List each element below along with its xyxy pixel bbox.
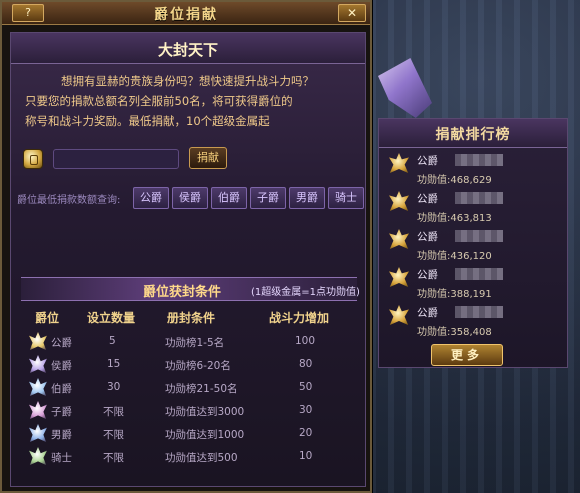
rank-power: 30 <box>299 404 313 416</box>
query-button-marquis[interactable]: 侯爵 <box>172 187 208 209</box>
query-button-knight[interactable]: 骑士 <box>328 187 364 209</box>
column-header-condition: 册封条件 <box>167 311 216 325</box>
rank-condition: 功勋榜6-20名 <box>165 360 231 372</box>
entry-title: 公爵 <box>417 269 438 281</box>
duke-rank-icon <box>29 332 47 350</box>
rank-name: 男爵 <box>51 429 72 441</box>
entry-score: 功勋值:388,191 <box>417 289 492 300</box>
entry-title: 公爵 <box>417 155 438 167</box>
entry-title: 公爵 <box>417 193 438 205</box>
knight-rank-icon <box>29 447 47 465</box>
entry-score: 功勋值:358,408 <box>417 327 492 338</box>
more-button[interactable]: 更多 <box>431 344 503 366</box>
hidden-player-name <box>455 192 503 204</box>
donation-leaderboard: 捐献排行榜 公爵 功勋值:468,629 公爵 功勋值:463,813 公爵 功… <box>378 118 568 368</box>
entry-title: 公爵 <box>417 231 438 243</box>
coin-icon <box>23 149 43 169</box>
table-row: 骑士 不限 功勋值达到500 10 <box>21 446 357 468</box>
description-line: 想拥有显赫的贵族身份吗？想快速提升战斗力吗？ <box>61 74 314 88</box>
column-header-count: 设立数量 <box>87 311 136 325</box>
query-button-viscount[interactable]: 子爵 <box>250 187 286 209</box>
count-rank-icon <box>29 378 47 396</box>
rank-condition: 功勋榜1-5名 <box>165 337 225 349</box>
entry-title: 公爵 <box>417 307 438 319</box>
rank-name: 伯爵 <box>51 383 72 395</box>
rank-count: 不限 <box>103 406 124 418</box>
query-label: 爵位最低捐款数额查询: <box>17 195 121 206</box>
table-row: 男爵 不限 功勋值达到1000 20 <box>21 423 357 445</box>
rank-condition: 功勋值达到3000 <box>165 406 245 418</box>
rank-power: 20 <box>299 427 313 439</box>
duke-medal-icon <box>389 267 409 287</box>
marquis-rank-icon <box>29 355 47 373</box>
query-button-duke[interactable]: 公爵 <box>133 187 169 209</box>
leaderboard-title: 捐献排行榜 <box>435 127 511 143</box>
rank-name: 子爵 <box>51 406 72 418</box>
hidden-player-name <box>455 230 503 242</box>
rank-condition: 功勋值达到1000 <box>165 429 245 441</box>
rank-count: 30 <box>107 381 121 393</box>
leaderboard-header: 捐献排行榜 <box>379 119 567 148</box>
leaderboard-entry[interactable]: 公爵 功勋值:436,120 <box>385 227 561 265</box>
donation-panel: ? 爵位捐献 ✕ 大封天下 想拥有显赫的贵族身份吗？想快速提升战斗力吗？ 只要您… <box>0 0 372 493</box>
conditions-header: 爵位获封条件 (1超级金属=1点功勋值) <box>21 277 360 301</box>
hidden-player-name <box>455 268 503 280</box>
leaderboard-entry[interactable]: 公爵 功勋值:468,629 <box>385 151 561 189</box>
column-header-power: 战斗力增加 <box>269 311 330 325</box>
rank-power: 10 <box>299 450 313 462</box>
rank-power: 100 <box>295 335 316 347</box>
hidden-player-name <box>455 154 503 166</box>
rank-name: 侯爵 <box>51 360 72 372</box>
rank-count: 15 <box>107 358 121 370</box>
entry-score: 功勋值:436,120 <box>417 251 492 262</box>
entry-score: 功勋值:463,813 <box>417 213 492 224</box>
subtitle: 大封天下 <box>157 41 218 59</box>
leaderboard-entry[interactable]: 公爵 功勋值:388,191 <box>385 265 561 303</box>
content-area: 大封天下 想拥有显赫的贵族身份吗？想快速提升战斗力吗？ 只要您的捐款总额名列全服… <box>10 32 366 487</box>
viscount-rank-icon <box>29 401 47 419</box>
conditions-title: 爵位获封条件 <box>143 285 222 300</box>
duke-medal-icon <box>389 305 409 325</box>
title-bar: ? 爵位捐献 ✕ <box>2 2 370 25</box>
duke-medal-icon <box>389 229 409 249</box>
table-row: 公爵 5 功勋榜1-5名 100 <box>21 331 357 353</box>
baron-rank-icon <box>29 424 47 442</box>
table-row: 伯爵 30 功勋榜21-50名 50 <box>21 377 357 399</box>
donate-button[interactable]: 捐献 <box>189 147 227 169</box>
query-button-baron[interactable]: 男爵 <box>289 187 325 209</box>
rank-name: 公爵 <box>51 337 72 349</box>
rank-power: 80 <box>299 358 313 370</box>
description: 想拥有显赫的贵族身份吗？想快速提升战斗力吗？ 只要您的捐款总额名列全服前50名，… <box>25 71 355 131</box>
description-line: 只要您的捐款总额名列全服前50名，将可获得爵位的 <box>25 94 293 108</box>
duke-medal-icon <box>389 191 409 211</box>
close-button[interactable]: ✕ <box>338 4 366 22</box>
rank-count: 不限 <box>103 429 124 441</box>
column-header-rank: 爵位 <box>35 311 60 325</box>
query-button-count[interactable]: 伯爵 <box>211 187 247 209</box>
leaderboard-entry[interactable]: 公爵 功勋值:358,408 <box>385 303 561 341</box>
rank-condition: 功勋值达到500 <box>165 452 238 464</box>
rank-condition: 功勋榜21-50名 <box>165 383 238 395</box>
rank-name: 骑士 <box>51 452 72 464</box>
table-row: 子爵 不限 功勋值达到3000 30 <box>21 400 357 422</box>
rank-power: 50 <box>299 381 313 393</box>
rank-count: 5 <box>109 335 116 347</box>
duke-medal-icon <box>389 153 409 173</box>
donate-amount-input[interactable] <box>53 149 179 169</box>
conditions-note: (1超级金属=1点功勋值) <box>251 287 360 298</box>
window-title: 爵位捐献 <box>154 7 218 23</box>
rank-count: 不限 <box>103 452 124 464</box>
hidden-player-name <box>455 306 503 318</box>
entry-score: 功勋值:468,629 <box>417 175 492 186</box>
subtitle-bar: 大封天下 <box>11 33 365 64</box>
leaderboard-entry[interactable]: 公爵 功勋值:463,813 <box>385 189 561 227</box>
description-line: 称号和战斗力奖励。最低捐献，10个超级金属起 <box>25 114 270 128</box>
table-row: 侯爵 15 功勋榜6-20名 80 <box>21 354 357 376</box>
